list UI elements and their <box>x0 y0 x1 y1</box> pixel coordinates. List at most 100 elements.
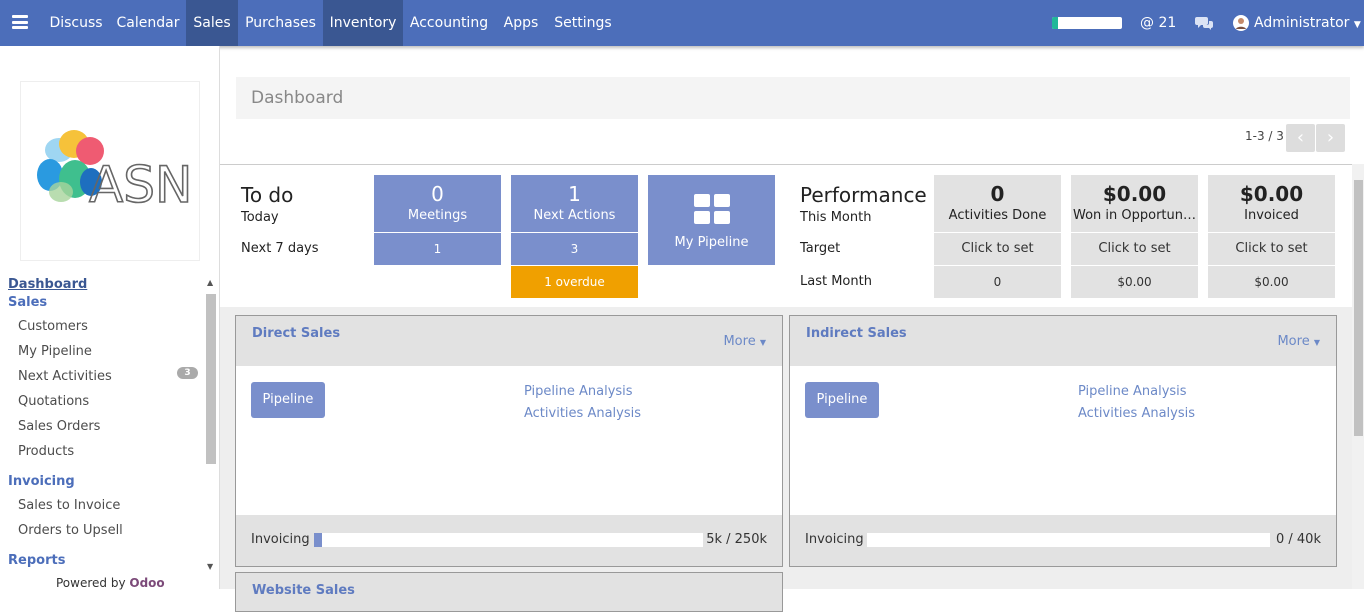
todo-performance-panel: To do Today Next 7 days 0 Meetings 1 1 N… <box>220 165 1352 307</box>
sidebar: ASN Dashboard Sales Customers My Pipelin… <box>0 46 220 590</box>
scroll-up-icon[interactable]: ▲ <box>207 278 213 287</box>
more-label: More <box>723 334 756 349</box>
invoicing-progress-bar[interactable] <box>314 533 703 547</box>
dashboard-content: To do Today Next 7 days 0 Meetings 1 1 N… <box>220 164 1352 612</box>
next-actions-next7[interactable]: 3 <box>511 233 638 265</box>
pager-previous-button[interactable]: ‹ <box>1286 124 1315 152</box>
company-logo: ASN <box>20 81 200 261</box>
target-label: Target <box>800 241 841 256</box>
pipeline-button[interactable]: Pipeline <box>251 382 325 418</box>
apps-menu-icon[interactable] <box>12 15 28 29</box>
main-scroll-thumb[interactable] <box>1354 180 1363 436</box>
pager-value[interactable]: 1-3 / 3 <box>1245 129 1284 143</box>
invoicing-value[interactable]: 0 / 40k <box>1276 532 1321 547</box>
chevron-down-icon: ▼ <box>1353 20 1361 30</box>
next-activities-badge: 3 <box>177 367 198 379</box>
more-dropdown[interactable]: More ▼ <box>1277 334 1320 349</box>
won-target[interactable]: Click to set <box>1071 233 1198 265</box>
sidebar-item-my-pipeline[interactable]: My Pipeline <box>18 344 92 359</box>
card-footer: Invoicing 5k / 250k <box>236 515 782 566</box>
menu-sales[interactable]: Sales <box>186 0 238 46</box>
card-footer: Invoicing 0 / 40k <box>790 515 1336 566</box>
meetings-tile[interactable]: 0 Meetings <box>374 175 501 232</box>
meetings-count: 0 <box>431 182 444 206</box>
won-opportunities-tile: $0.00 Won in Opportun… <box>1071 175 1198 232</box>
menu-inventory[interactable]: Inventory <box>323 0 403 46</box>
won-last-month: $0.00 <box>1071 266 1198 298</box>
won-label: Won in Opportun… <box>1072 208 1196 223</box>
last-month-label: Last Month <box>800 274 872 289</box>
website-sales-card: Website Sales <box>235 572 783 612</box>
this-month-label: This Month <box>800 210 872 225</box>
sidebar-dashboard[interactable]: Dashboard <box>8 277 87 292</box>
activities-last-month: 0 <box>934 266 1061 298</box>
activities-target[interactable]: Click to set <box>934 233 1061 265</box>
sidebar-section-invoicing: Invoicing <box>8 474 75 489</box>
powered-by-label: Powered by <box>56 576 126 590</box>
activities-done-value: 0 <box>990 182 1005 206</box>
powered-by: Powered by Odoo <box>56 576 165 590</box>
my-pipeline-label: My Pipeline <box>674 235 749 250</box>
activities-analysis-link[interactable]: Activities Analysis <box>1078 406 1195 421</box>
my-pipeline-tile[interactable]: My Pipeline <box>648 175 775 265</box>
invoiced-last-month: $0.00 <box>1208 266 1335 298</box>
card-header: Direct Sales More ▼ <box>236 316 782 366</box>
invoiced-label: Invoiced <box>1244 208 1299 223</box>
more-label: More <box>1277 334 1310 349</box>
next-actions-tile[interactable]: 1 Next Actions <box>511 175 638 232</box>
today-label: Today <box>241 210 279 225</box>
next-actions-count: 1 <box>568 182 581 206</box>
pipeline-button[interactable]: Pipeline <box>805 382 879 418</box>
activity-progress-bar[interactable] <box>1052 17 1122 29</box>
main-scrollbar[interactable] <box>1352 164 1364 589</box>
mentions-counter[interactable]: @ 21 <box>1140 0 1176 46</box>
activities-done-tile: 0 Activities Done <box>934 175 1061 232</box>
grid-icon <box>693 194 730 224</box>
invoiced-tile: $0.00 Invoiced <box>1208 175 1335 232</box>
card-title[interactable]: Direct Sales <box>252 326 340 341</box>
scroll-down-icon[interactable]: ▼ <box>207 562 213 571</box>
next-actions-label: Next Actions <box>533 208 616 223</box>
menu-settings[interactable]: Settings <box>547 0 619 46</box>
user-avatar[interactable] <box>1233 0 1249 46</box>
sidebar-scroll-thumb[interactable] <box>206 294 216 464</box>
pipeline-analysis-link[interactable]: Pipeline Analysis <box>524 384 633 399</box>
user-menu[interactable]: Administrator ▼ <box>1254 0 1361 46</box>
sidebar-item-sales-to-invoice[interactable]: Sales to Invoice <box>18 498 120 513</box>
card-title[interactable]: Indirect Sales <box>806 326 907 341</box>
sidebar-scrollbar[interactable]: ▲ ▼ <box>206 278 216 576</box>
meetings-next7[interactable]: 1 <box>374 233 501 265</box>
invoiced-target[interactable]: Click to set <box>1208 233 1335 265</box>
activities-done-label: Activities Done <box>948 208 1047 223</box>
top-navbar: Discuss Calendar Sales Purchases Invento… <box>0 0 1364 46</box>
sidebar-item-quotations[interactable]: Quotations <box>18 394 89 409</box>
invoicing-label: Invoicing <box>251 532 310 547</box>
overdue-tile[interactable]: 1 overdue <box>511 266 638 298</box>
svg-text:ASN: ASN <box>89 156 192 214</box>
sidebar-item-sales-orders[interactable]: Sales Orders <box>18 419 100 434</box>
odoo-link[interactable]: Odoo <box>129 576 164 590</box>
invoicing-value[interactable]: 5k / 250k <box>706 532 767 547</box>
caret-down-icon: ▼ <box>1313 338 1320 347</box>
card-title[interactable]: Website Sales <box>252 583 355 598</box>
activities-analysis-link[interactable]: Activities Analysis <box>524 406 641 421</box>
sidebar-item-customers[interactable]: Customers <box>18 319 88 334</box>
menu-calendar[interactable]: Calendar <box>110 0 186 46</box>
more-dropdown[interactable]: More ▼ <box>723 334 766 349</box>
invoicing-progress-bar[interactable] <box>867 533 1270 547</box>
won-value: $0.00 <box>1102 182 1167 206</box>
menu-discuss[interactable]: Discuss <box>42 0 110 46</box>
menu-apps[interactable]: Apps <box>495 0 547 46</box>
sidebar-item-products[interactable]: Products <box>18 444 74 459</box>
pager-next-button[interactable]: › <box>1316 124 1345 152</box>
chat-icon[interactable] <box>1195 0 1213 46</box>
indirect-sales-card: Indirect Sales More ▼ Pipeline Pipeline … <box>789 315 1337 567</box>
sidebar-item-orders-to-upsell[interactable]: Orders to Upsell <box>18 523 123 538</box>
user-name: Administrator <box>1254 15 1350 31</box>
sidebar-item-next-activities[interactable]: Next Activities <box>18 369 112 384</box>
menu-purchases[interactable]: Purchases <box>238 0 323 46</box>
next-7-days-label: Next 7 days <box>241 241 319 256</box>
pipeline-analysis-link[interactable]: Pipeline Analysis <box>1078 384 1187 399</box>
sidebar-section-reports[interactable]: Reports <box>8 553 65 568</box>
menu-accounting[interactable]: Accounting <box>403 0 495 46</box>
